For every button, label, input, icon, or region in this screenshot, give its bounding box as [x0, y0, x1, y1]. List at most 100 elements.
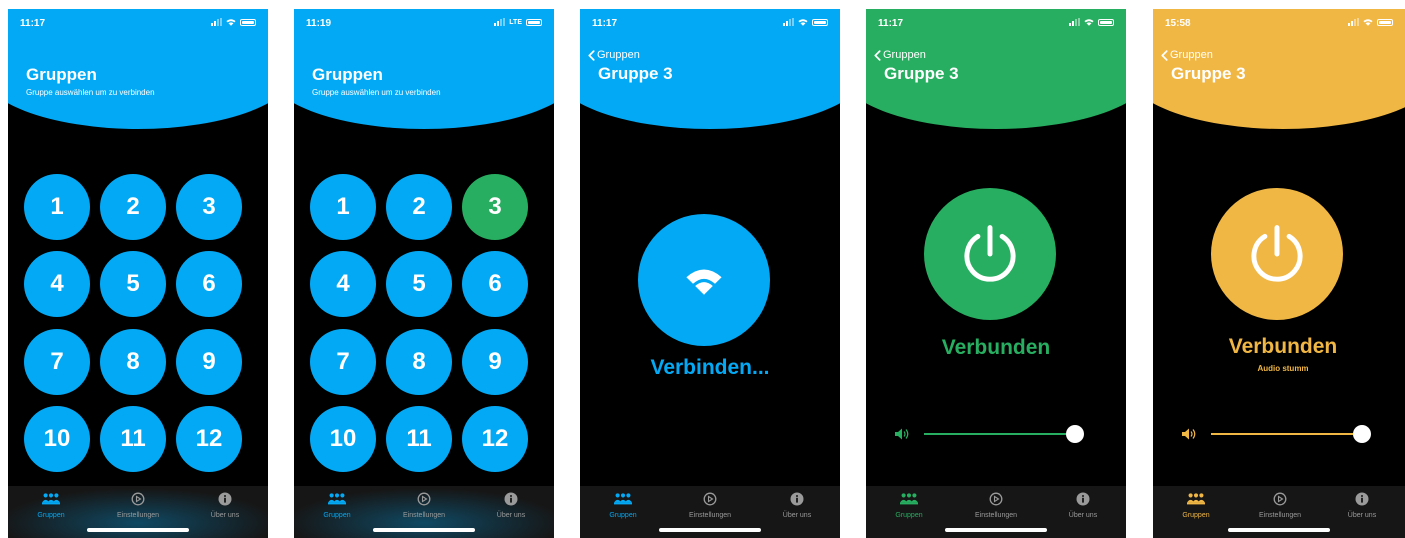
volume-slider-thumb[interactable]: [1353, 425, 1371, 443]
group-button-7[interactable]: 7: [24, 329, 90, 395]
info-icon: [1076, 492, 1090, 506]
tab-groups[interactable]: Gruppen: [1153, 492, 1239, 519]
group-button-10[interactable]: 10: [310, 406, 376, 472]
group-button-4[interactable]: 4: [310, 251, 376, 317]
tab-groups-label: Gruppen: [609, 512, 637, 519]
tab-groups-label: Gruppen: [37, 512, 65, 519]
volume-track[interactable]: [924, 433, 1074, 435]
back-button[interactable]: Gruppen: [588, 49, 640, 61]
tab-about[interactable]: Über uns: [182, 492, 268, 519]
tab-settings[interactable]: Einstellungen: [667, 492, 753, 519]
connect-button[interactable]: [638, 214, 770, 346]
tab-settings[interactable]: Einstellungen: [1237, 492, 1323, 519]
signal-icon: [1348, 18, 1359, 26]
groups-icon: [900, 492, 918, 506]
group-button-11[interactable]: 11: [100, 406, 166, 472]
status-time: 11:19: [306, 18, 332, 29]
wifi-status-icon: [798, 18, 808, 26]
group-button-12[interactable]: 12: [462, 406, 528, 472]
power-button[interactable]: [1211, 188, 1343, 320]
phone-screen-connected: 11:17 Gruppen Gruppe 3 Verbunden Gruppen…: [866, 9, 1126, 538]
settings-icon: [417, 492, 431, 506]
page-title: Gruppen: [26, 65, 97, 84]
group-button-9[interactable]: 9: [176, 329, 242, 395]
status-bar: 11:17: [20, 18, 256, 32]
tab-about[interactable]: Über uns: [1040, 492, 1126, 519]
tab-about-label: Über uns: [782, 512, 812, 519]
group-button-7[interactable]: 7: [310, 329, 376, 395]
group-button-4[interactable]: 4: [24, 251, 90, 317]
tab-settings[interactable]: Einstellungen: [953, 492, 1039, 519]
back-button[interactable]: Gruppen: [874, 49, 926, 61]
settings-icon: [989, 492, 1003, 506]
power-icon: [957, 221, 1023, 287]
group-button-1[interactable]: 1: [310, 174, 376, 240]
tab-groups-label: Gruppen: [895, 512, 923, 519]
group-button-10[interactable]: 10: [24, 406, 90, 472]
back-button[interactable]: Gruppen: [1161, 49, 1213, 61]
tab-groups[interactable]: Gruppen: [866, 492, 952, 519]
tab-about-label: Über uns: [496, 512, 526, 519]
back-button-label: Gruppen: [597, 49, 640, 61]
tab-settings[interactable]: Einstellungen: [95, 492, 181, 519]
group-button-6[interactable]: 6: [462, 251, 528, 317]
groups-icon: [42, 492, 60, 506]
settings-icon: [703, 492, 717, 506]
group-button-5[interactable]: 5: [386, 251, 452, 317]
group-button-3-selected[interactable]: 3: [462, 174, 528, 240]
page-title: Gruppe 3: [884, 64, 959, 83]
volume-slider-thumb[interactable]: [1066, 425, 1084, 443]
tab-bar: Gruppen Einstellungen Über uns: [294, 486, 554, 538]
group-button-1[interactable]: 1: [24, 174, 90, 240]
group-button-8[interactable]: 8: [386, 329, 452, 395]
group-button-6[interactable]: 6: [176, 251, 242, 317]
battery-icon: [1377, 18, 1393, 26]
home-indicator: [945, 528, 1047, 532]
phone-screen-groups: 11:17 Gruppen Gruppe auswählen um zu ver…: [8, 9, 268, 538]
group-button-2[interactable]: 2: [386, 174, 452, 240]
tab-about[interactable]: Über uns: [754, 492, 840, 519]
group-button-5[interactable]: 5: [100, 251, 166, 317]
tab-about-label: Über uns: [1068, 512, 1098, 519]
volume-track[interactable]: [1211, 433, 1361, 435]
status-bar: 11:17: [592, 18, 828, 32]
phone-screen-connecting: 11:17 Gruppen Gruppe 3 Verbinden... Grup…: [580, 9, 840, 538]
tab-settings-label: Einstellungen: [402, 512, 446, 519]
tab-groups[interactable]: Gruppen: [580, 492, 666, 519]
group-button-3[interactable]: 3: [176, 174, 242, 240]
groups-icon: [1187, 492, 1205, 506]
page-title: Gruppe 3: [1171, 64, 1246, 83]
tab-settings-label: Einstellungen: [688, 512, 732, 519]
info-icon: [1355, 492, 1369, 506]
volume-control: [1181, 425, 1381, 443]
tab-settings-label: Einstellungen: [1258, 512, 1302, 519]
power-button[interactable]: [924, 188, 1056, 320]
group-button-8[interactable]: 8: [100, 329, 166, 395]
battery-icon: [812, 18, 828, 26]
group-button-2[interactable]: 2: [100, 174, 166, 240]
tab-about[interactable]: Über uns: [468, 492, 554, 519]
connection-status: Verbinden...: [650, 356, 770, 379]
tab-settings[interactable]: Einstellungen: [381, 492, 467, 519]
battery-icon: [240, 18, 256, 26]
tab-bar: Gruppen Einstellungen Über uns: [580, 486, 840, 538]
settings-icon: [131, 492, 145, 506]
group-button-9[interactable]: 9: [462, 329, 528, 395]
settings-icon: [1273, 492, 1287, 506]
tab-about[interactable]: Über uns: [1319, 492, 1405, 519]
group-button-11[interactable]: 11: [386, 406, 452, 472]
power-icon: [1244, 221, 1310, 287]
group-button-12[interactable]: 12: [176, 406, 242, 472]
tab-bar: Gruppen Einstellungen Über uns: [8, 486, 268, 538]
tab-groups[interactable]: Gruppen: [294, 492, 380, 519]
status-time: 15:58: [1165, 18, 1191, 29]
speaker-icon: [894, 427, 910, 441]
phone-screen-groups-selected: 11:19 LTE Gruppen Gruppe auswählen um zu…: [294, 9, 554, 538]
tab-groups[interactable]: Gruppen: [8, 492, 94, 519]
groups-icon: [328, 492, 346, 506]
page-subtitle: Gruppe auswählen um zu verbinden: [312, 88, 441, 97]
audio-muted-label: Audio stumm: [1257, 364, 1309, 373]
tab-settings-label: Einstellungen: [974, 512, 1018, 519]
connection-status: Verbunden: [1228, 335, 1338, 358]
home-indicator: [373, 528, 475, 532]
